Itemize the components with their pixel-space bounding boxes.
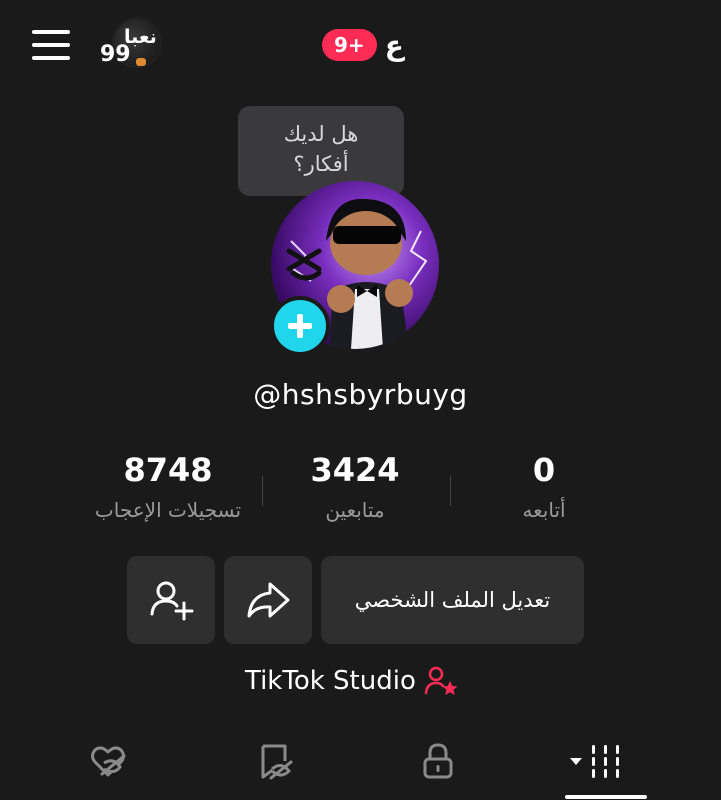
menu-icon[interactable] bbox=[30, 28, 72, 62]
plus-icon bbox=[288, 314, 312, 338]
tab-videos[interactable] bbox=[566, 736, 630, 786]
username[interactable]: @hshsbyrbuyg bbox=[0, 378, 721, 411]
following-stat[interactable]: 0 أتابعه bbox=[449, 450, 639, 522]
share-icon bbox=[247, 582, 290, 618]
followers-stat[interactable]: 3424 متابعين bbox=[260, 450, 450, 522]
ideas-tooltip[interactable]: هل لديك أفكار؟ bbox=[238, 106, 404, 208]
videos-grid-icon bbox=[570, 745, 619, 778]
notification-letter: ع bbox=[384, 28, 404, 62]
likes-count: 8748 bbox=[123, 451, 213, 489]
tab-private[interactable] bbox=[408, 736, 468, 786]
tab-liked[interactable] bbox=[78, 736, 138, 786]
following-label: أتابعه bbox=[522, 498, 566, 522]
favorites-hidden-icon bbox=[261, 744, 293, 780]
selected-tab-indicator bbox=[565, 795, 647, 799]
add-story-button[interactable] bbox=[270, 296, 330, 356]
share-profile-button[interactable] bbox=[224, 556, 312, 644]
notification-indicator[interactable]: 9+ ع bbox=[322, 28, 404, 62]
add-friends-button[interactable] bbox=[127, 556, 215, 644]
tiktok-studio-link[interactable]: TikTok Studio bbox=[245, 663, 458, 699]
avatar-number: 99 bbox=[100, 42, 131, 67]
lock-icon bbox=[423, 743, 453, 779]
tooltip-line-1: هل لديك bbox=[283, 122, 359, 146]
add-user-icon bbox=[150, 581, 194, 621]
notification-badge: 9+ bbox=[322, 29, 377, 61]
likes-stat[interactable]: 8748 تسجيلات الإعجاب bbox=[73, 450, 263, 522]
followers-label: متابعين bbox=[325, 498, 385, 522]
edit-profile-button[interactable]: تعديل الملف الشخصي bbox=[321, 556, 584, 644]
tooltip-line-2: أفكار؟ bbox=[293, 152, 349, 176]
tab-favorites[interactable] bbox=[245, 736, 305, 786]
creator-star-icon bbox=[424, 666, 458, 695]
followers-count: 3424 bbox=[310, 451, 400, 489]
following-count: 0 bbox=[532, 451, 556, 489]
likes-label: تسجيلات الإعجاب bbox=[94, 498, 242, 522]
avatar-decoration bbox=[136, 58, 146, 66]
liked-heart-hidden-icon bbox=[91, 746, 126, 777]
studio-label: TikTok Studio bbox=[245, 666, 416, 696]
profile-page: نعبا 99 9+ ع هل لديك أفكار؟ @hshsbyrbuyg… bbox=[0, 0, 721, 800]
story-avatar[interactable]: نعبا 99 bbox=[98, 18, 162, 70]
